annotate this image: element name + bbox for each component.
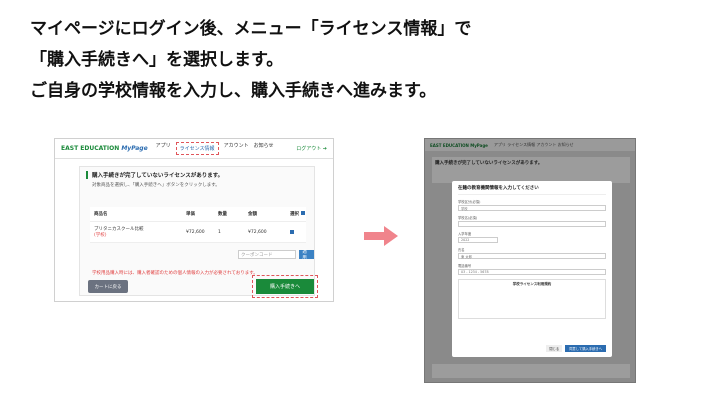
instruction-line-1: マイページにログイン後、メニュー「ライセンス情報」で xyxy=(30,19,472,39)
logout-link[interactable]: ログアウト ➔ xyxy=(296,145,327,152)
row-amount: ¥72,600 xyxy=(248,229,267,235)
row-checkbox[interactable] xyxy=(290,230,294,234)
arrow-right-icon xyxy=(364,226,398,246)
shot2-brand: EAST EDUCATION MyPage xyxy=(430,142,488,148)
warning-text: 学校用品購入時には、購入者確認のための個人情報の入力が必要されております。 xyxy=(92,271,258,276)
col-select: 選択 xyxy=(290,211,310,217)
mypage-screenshot: EAST EDUCATION MyPage アプリ ライセンス情報 アカウント … xyxy=(54,138,334,302)
shot2-header: EAST EDUCATION MyPage アプリ ライセンス情報 アカウント … xyxy=(425,139,635,151)
table-row: ブリタニカスクール比較 (学校) ¥72,600 1 ¥72,600 xyxy=(90,222,306,243)
col-name: 商品名 xyxy=(94,212,108,217)
phone-input[interactable]: 03 - 1234 - 5678 xyxy=(458,269,606,275)
school-info-modal: 在籍の教育機関情報を入力してください 学校区分(必須) 学校 学校名(必須) 入… xyxy=(452,181,612,357)
col-price: 単価 xyxy=(186,212,195,217)
instruction-line-3: ご自身の学校情報を入力し、購入手続きへ進みます。 xyxy=(30,81,437,101)
panel-title: 購入手続きが完了していないライセンスがあります。 xyxy=(86,171,308,179)
coupon-area: クーポンコード 適用 xyxy=(238,250,314,261)
table-header: 商品名 単価 数量 金額 選択 xyxy=(90,207,306,222)
agree-purchase-button[interactable]: 同意して購入手続きへ xyxy=(565,345,606,352)
coupon-apply-button[interactable]: 適用 xyxy=(299,250,314,261)
license-panel: 購入手続きが完了していないライセンスがあります。 対象商品を選択し、「購入手続き… xyxy=(79,166,318,298)
year-select[interactable]: 2022 xyxy=(458,237,498,243)
terms-title: 学校ライセンス利用規約 xyxy=(512,282,552,286)
col-amount: 金額 xyxy=(248,212,257,217)
brand-logo: EAST EDUCATION MyPage xyxy=(61,145,148,152)
main-nav: アプリ ライセンス情報 アカウント お知らせ xyxy=(156,142,274,155)
select-all-checkbox[interactable] xyxy=(300,211,305,215)
field-phone: 電話番号 03 - 1234 - 5678 xyxy=(458,263,606,275)
nav-news[interactable]: お知らせ xyxy=(254,142,274,155)
row-qty: 1 xyxy=(218,229,221,235)
nav-license-info[interactable]: ライセンス情報 xyxy=(175,142,219,155)
instruction-line-2: 「購入手続きへ」を選択します。 xyxy=(30,50,284,70)
field-name: 氏名 東 太郎 xyxy=(458,247,606,259)
logout-icon: ➔ xyxy=(322,146,327,152)
proceed-purchase-button[interactable]: 購入手続きへ xyxy=(256,279,314,294)
coupon-input[interactable]: クーポンコード xyxy=(238,250,297,259)
school-name-input[interactable] xyxy=(458,221,606,227)
close-button[interactable]: 閉じる xyxy=(546,345,563,352)
row-price: ¥72,600 xyxy=(186,229,205,235)
back-to-cart-button[interactable]: カートに戻る xyxy=(88,280,128,293)
school-type-select[interactable]: 学校 xyxy=(458,205,606,211)
nav-app[interactable]: アプリ xyxy=(156,142,171,155)
product-name: ブリタニカスクール比較 (学校) xyxy=(94,227,144,238)
field-school-name: 学校名(必須) xyxy=(458,215,606,227)
name-input[interactable]: 東 太郎 xyxy=(458,253,606,259)
mypage-header: EAST EDUCATION MyPage アプリ ライセンス情報 アカウント … xyxy=(55,139,333,159)
field-school-type: 学校区分(必須) 学校 xyxy=(458,199,606,211)
license-table: 商品名 単価 数量 金額 選択 ブリタニカスクール比較 (学校) ¥72,600 … xyxy=(90,207,306,243)
instructions: マイページにログイン後、メニュー「ライセンス情報」で 「購入手続きへ」を選択しま… xyxy=(30,14,471,107)
shot2-background-panel-2 xyxy=(432,364,630,378)
terms-box[interactable]: 学校ライセンス利用規約 xyxy=(458,279,606,319)
panel-subtitle: 対象商品を選択し、「購入手続きへ」ボタンをクリックします。 xyxy=(92,183,220,188)
field-year: 入学年度 2022 xyxy=(458,231,606,243)
shot2-background-panel: 購入手続きが完了していないライセンスがあります。 xyxy=(432,157,630,183)
nav-account[interactable]: アカウント xyxy=(224,142,249,155)
modal-footer: 閉じる 同意して購入手続きへ xyxy=(546,345,606,352)
modal-title: 在籍の教育機関情報を入力してください xyxy=(458,185,606,195)
shot2-nav: アプリ ライセンス情報 アカウント お知らせ xyxy=(493,142,574,147)
buy-highlight: 購入手続きへ xyxy=(252,275,318,298)
school-info-screenshot: EAST EDUCATION MyPage アプリ ライセンス情報 アカウント … xyxy=(424,138,636,383)
col-qty: 数量 xyxy=(218,212,227,217)
